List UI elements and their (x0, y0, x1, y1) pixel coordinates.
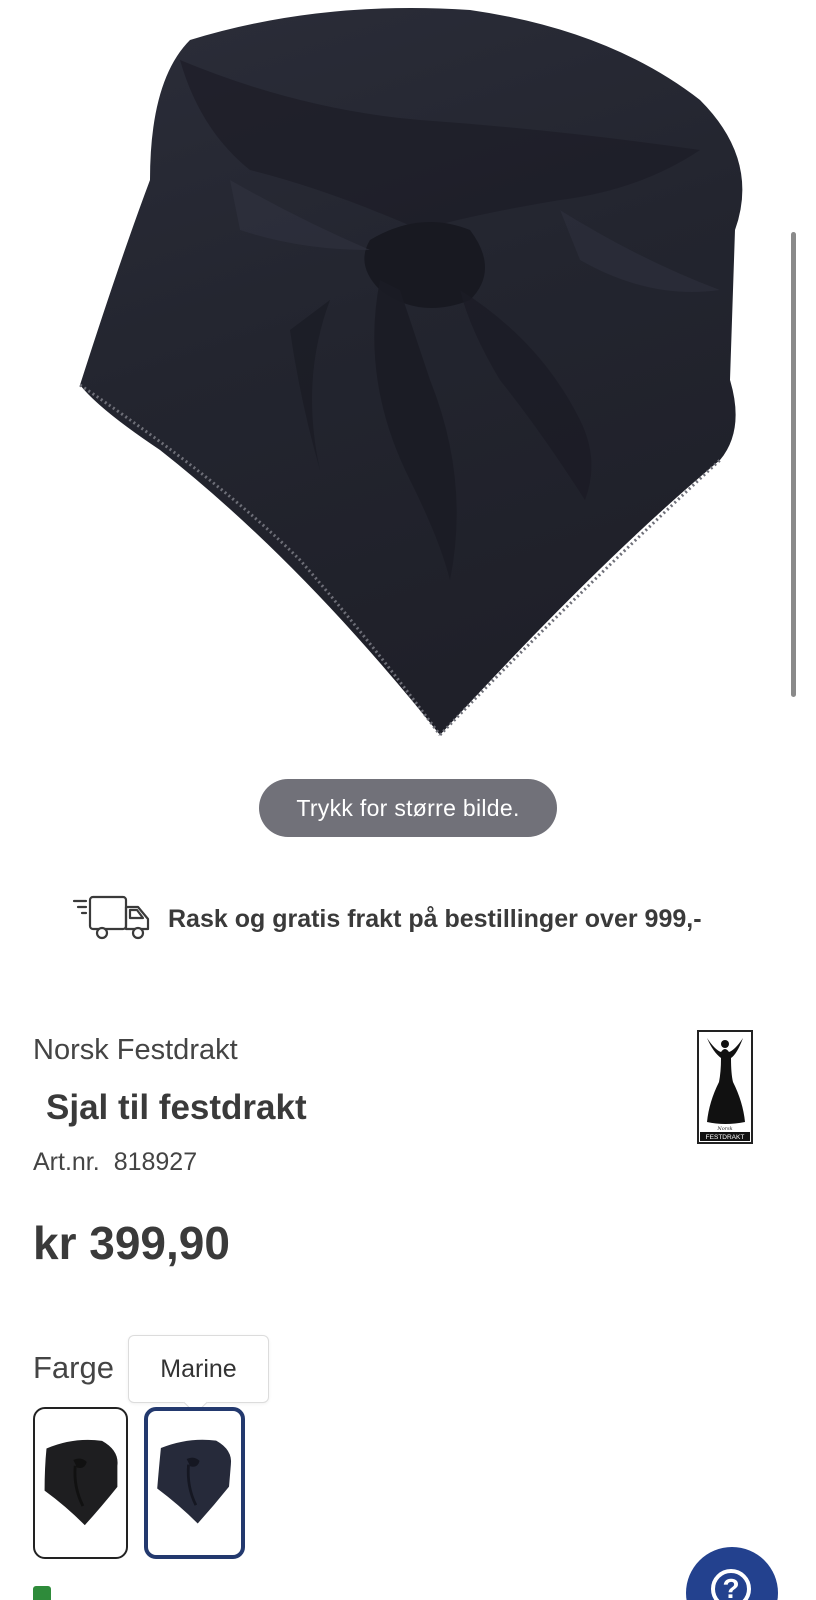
shipping-info: Rask og gratis frakt på bestillinger ove… (72, 895, 702, 943)
article-number: Art.nr. 818927 (33, 1148, 197, 1177)
product-image[interactable] (0, 0, 816, 760)
product-price: kr 399,90 (33, 1217, 230, 1269)
stock-indicator (33, 1586, 51, 1600)
brand-logo[interactable]: Norsk FESTDRAKT (697, 1030, 753, 1144)
question-mark-icon: ? (711, 1569, 751, 1600)
norsk-festdrakt-logo: Norsk FESTDRAKT (697, 1030, 753, 1144)
logo-text: FESTDRAKT (706, 1134, 745, 1141)
delivery-truck-icon (72, 895, 150, 940)
product-title: Sjal til festdrakt (46, 1088, 307, 1127)
color-label: Farge (33, 1350, 114, 1385)
swatch-image-black (44, 1439, 118, 1526)
page-scrollbar[interactable] (791, 232, 796, 697)
product-brand[interactable]: Norsk Festdrakt (33, 1034, 238, 1067)
article-number-label: Art.nr. (33, 1148, 100, 1176)
swatch-image-marine (157, 1439, 232, 1524)
shipping-text: Rask og gratis frakt på bestillinger ove… (168, 904, 702, 933)
logo-small-text: Norsk (716, 1126, 732, 1132)
selected-color-tooltip: Marine (128, 1335, 269, 1403)
article-number-value: 818927 (113, 1148, 198, 1176)
help-button[interactable]: ? (686, 1547, 778, 1600)
color-swatch-black[interactable] (33, 1407, 128, 1559)
shawl-illustration (79, 8, 743, 737)
zoom-hint-button[interactable]: Trykk for større bilde. (259, 779, 557, 837)
color-swatch-marine[interactable] (144, 1407, 245, 1559)
